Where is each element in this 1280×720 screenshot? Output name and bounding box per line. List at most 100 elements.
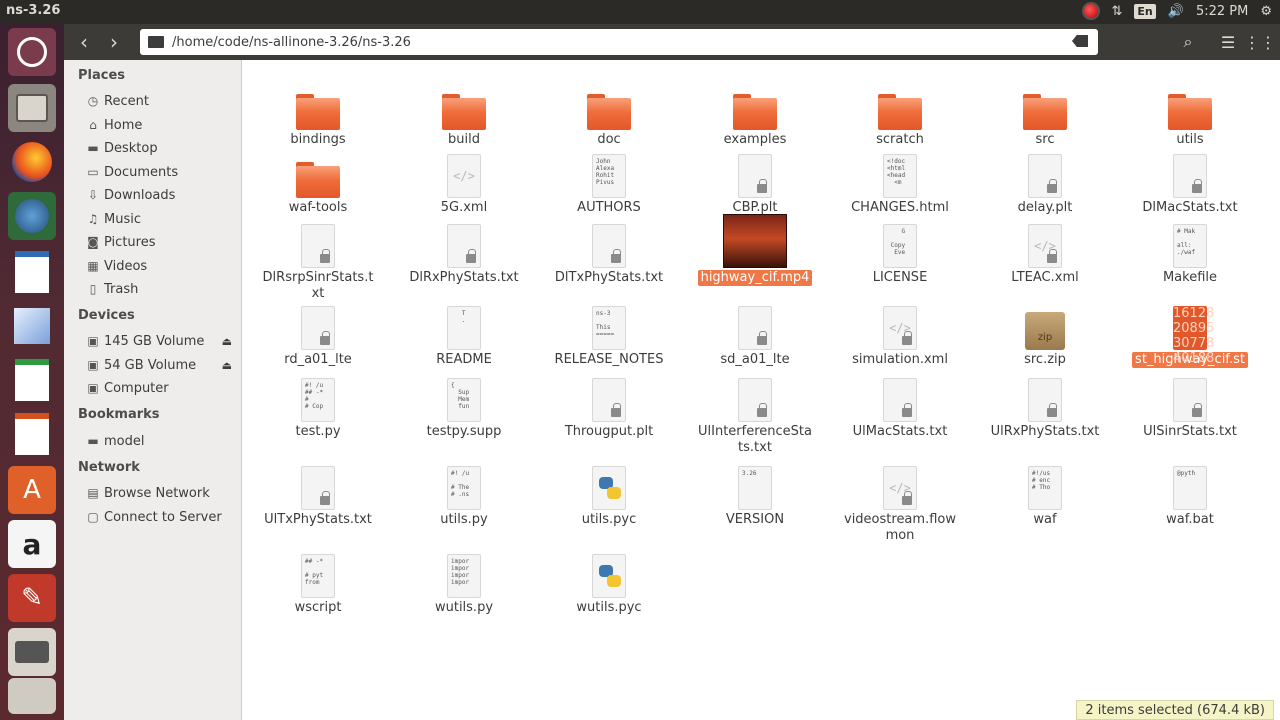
- software-center-icon[interactable]: A: [8, 466, 56, 514]
- file-item[interactable]: #! /u # The # .ns utils.py: [404, 454, 524, 528]
- text-file-icon: John Alexa Rohit Pivus: [592, 154, 626, 198]
- download-icon: ⇩: [87, 188, 99, 202]
- file-item[interactable]: DlTxPhyStats.txt: [549, 212, 669, 286]
- file-name-label: utils.pyc: [581, 512, 637, 527]
- eject-icon[interactable]: ⏏: [222, 335, 232, 348]
- file-name-label: LTEAC.xml: [1011, 270, 1079, 285]
- folder-item[interactable]: waf-tools: [258, 142, 378, 216]
- file-item[interactable]: sd_a01_lte: [695, 294, 815, 368]
- file-item[interactable]: utils.pyc: [549, 454, 669, 528]
- impress-icon[interactable]: [8, 410, 56, 458]
- search-button[interactable]: ⌕: [1174, 29, 1202, 55]
- sidebar-item-downloads[interactable]: ⇩ Downloads: [86, 184, 242, 206]
- clock[interactable]: 5:22 PM: [1196, 4, 1248, 19]
- folder-item[interactable]: bindings: [258, 74, 378, 148]
- sidebar-item-pictures[interactable]: ◙ Pictures: [86, 231, 242, 253]
- eject-icon[interactable]: ⏏: [222, 359, 232, 372]
- file-item[interactable]: DlRsrpSinrStats.txt: [258, 212, 378, 302]
- file-item[interactable]: impor impor impor impor wutils.py: [404, 542, 524, 616]
- file-item[interactable]: </> 5G.xml: [404, 142, 524, 216]
- sidebar-item-recent[interactable]: ◷ Recent: [86, 90, 242, 112]
- file-item[interactable]: rd_a01_lte: [258, 294, 378, 368]
- file-item[interactable]: ## -* # pyt from wscript: [258, 542, 378, 616]
- folder-item[interactable]: examples: [695, 74, 815, 148]
- file-view[interactable]: bindings build doc examples scratch src utils w…: [242, 60, 1280, 720]
- file-item[interactable]: T . README: [404, 294, 524, 368]
- file-item[interactable]: UlSinrStats.txt: [1130, 366, 1250, 440]
- file-item[interactable]: G Copy Eve LICENSE: [840, 212, 960, 286]
- file-item[interactable]: # Mak all: ./waf Makefile: [1130, 212, 1250, 286]
- sidebar-item-documents[interactable]: ▭ Documents: [86, 161, 242, 183]
- file-item[interactable]: { Sup Mem fun testpy.supp: [404, 366, 524, 440]
- box-app-icon[interactable]: [8, 302, 56, 350]
- desktop-folder-icon: ▬: [87, 141, 99, 155]
- file-item[interactable]: UlInterferenceStats.txt: [695, 366, 815, 456]
- settings-tools-icon[interactable]: ✎: [8, 574, 56, 622]
- scanner-icon[interactable]: [8, 678, 56, 714]
- file-item[interactable]: </> LTEAC.xml: [985, 212, 1105, 286]
- file-item[interactable]: ns-3 This ===== RELEASE_NOTES: [549, 294, 669, 368]
- file-item[interactable]: DlMacStats.txt: [1130, 142, 1250, 216]
- sidebar-item-home[interactable]: ⌂ Home: [86, 114, 242, 136]
- menu-button[interactable]: ☰: [1214, 29, 1242, 55]
- files-app-icon[interactable]: [8, 84, 56, 132]
- file-name-label: waf.bat: [1166, 512, 1214, 527]
- browser-globe-icon[interactable]: [8, 192, 56, 240]
- ubuntu-dash-icon[interactable]: [8, 28, 56, 76]
- keyboard-language-indicator[interactable]: En: [1134, 3, 1156, 19]
- file-item[interactable]: UlMacStats.txt: [840, 366, 960, 440]
- network-arrows-icon[interactable]: ⇅: [1112, 4, 1123, 19]
- sidebar-item-label: 54 GB Volume: [104, 357, 197, 373]
- writer-icon[interactable]: [8, 248, 56, 296]
- file-item[interactable]: delay.plt: [985, 142, 1105, 216]
- file-item[interactable]: UlRxPhyStats.txt: [985, 366, 1105, 440]
- sidebar-item-connect-to-server[interactable]: ▢ Connect to Server: [86, 506, 242, 528]
- sidebar-item-trash[interactable]: ▯ Trash: [86, 278, 242, 300]
- text-file-icon: impor impor impor impor: [447, 554, 481, 598]
- file-item[interactable]: highway_cif.mp4: [695, 212, 815, 286]
- file-item[interactable]: </> videostream.flowmon: [840, 454, 960, 544]
- view-toggle-button[interactable]: ⋮⋮: [1244, 29, 1276, 55]
- file-item[interactable]: zip src.zip: [985, 294, 1105, 368]
- location-bar[interactable]: /home/code/ns-allinone-3.26/ns-3.26: [140, 29, 1098, 55]
- record-indicator-icon[interactable]: [1081, 2, 1100, 20]
- file-item[interactable]: UlTxPhyStats.txt: [258, 454, 378, 528]
- file-item[interactable]: Througput.plt: [549, 366, 669, 440]
- sidebar-item-music[interactable]: ♫ Music: [86, 208, 242, 230]
- file-item[interactable]: @pyth waf.bat: [1130, 454, 1250, 528]
- file-item[interactable]: <!doc <html <head <m CHANGES.html: [840, 142, 960, 216]
- file-item[interactable]: CBP.plt: [695, 142, 815, 216]
- file-preview: { Sup Mem fun: [451, 382, 470, 410]
- file-item[interactable]: John Alexa Rohit Pivus AUTHORS: [549, 142, 669, 216]
- file-item[interactable]: #! /u ## -* # # Cop test.py: [258, 366, 378, 440]
- printer-icon[interactable]: [8, 628, 56, 676]
- clear-location-icon[interactable]: [1072, 35, 1088, 47]
- file-item[interactable]: wutils.pyc: [549, 542, 669, 616]
- file-item[interactable]: </> simulation.xml: [840, 294, 960, 368]
- sidebar-item-54gb-volume[interactable]: ▣ 54 GB Volume ⏏: [86, 354, 242, 376]
- sidebar-item-browse-network[interactable]: ▤ Browse Network: [86, 482, 242, 504]
- folder-item[interactable]: utils: [1130, 74, 1250, 148]
- folder-item[interactable]: doc: [549, 74, 669, 148]
- sidebar-item-videos[interactable]: ▦ Videos: [86, 255, 242, 277]
- sidebar-item-desktop[interactable]: ▬ Desktop: [86, 137, 242, 159]
- volume-icon[interactable]: 🔊: [1168, 4, 1184, 19]
- file-item[interactable]: #!/us # enc # Tho waf: [985, 454, 1105, 528]
- folder-item[interactable]: src: [985, 74, 1105, 148]
- sidebar-item-145gb-volume[interactable]: ▣ 145 GB Volume ⏏: [86, 330, 242, 352]
- sidebar-item-model[interactable]: ▬ model: [86, 430, 242, 452]
- file-item[interactable]: DlRxPhyStats.txt: [404, 212, 524, 286]
- network-heading: Network: [78, 460, 140, 475]
- back-button[interactable]: ‹: [70, 29, 98, 55]
- folder-item[interactable]: build: [404, 74, 524, 148]
- gear-icon[interactable]: ⚙: [1260, 4, 1272, 19]
- amazon-icon[interactable]: a: [8, 520, 56, 568]
- folder-item[interactable]: scratch: [840, 74, 960, 148]
- location-path[interactable]: /home/code/ns-allinone-3.26/ns-3.26: [172, 35, 411, 50]
- file-item[interactable]: 16128 20895 30778 40188 st_highway_cif.st: [1130, 294, 1250, 368]
- sidebar-item-computer[interactable]: ▣ Computer: [86, 377, 242, 399]
- file-item[interactable]: 3.26 VERSION: [695, 454, 815, 528]
- forward-button[interactable]: ›: [100, 29, 128, 55]
- calc-icon[interactable]: [8, 356, 56, 404]
- firefox-icon[interactable]: [8, 138, 56, 186]
